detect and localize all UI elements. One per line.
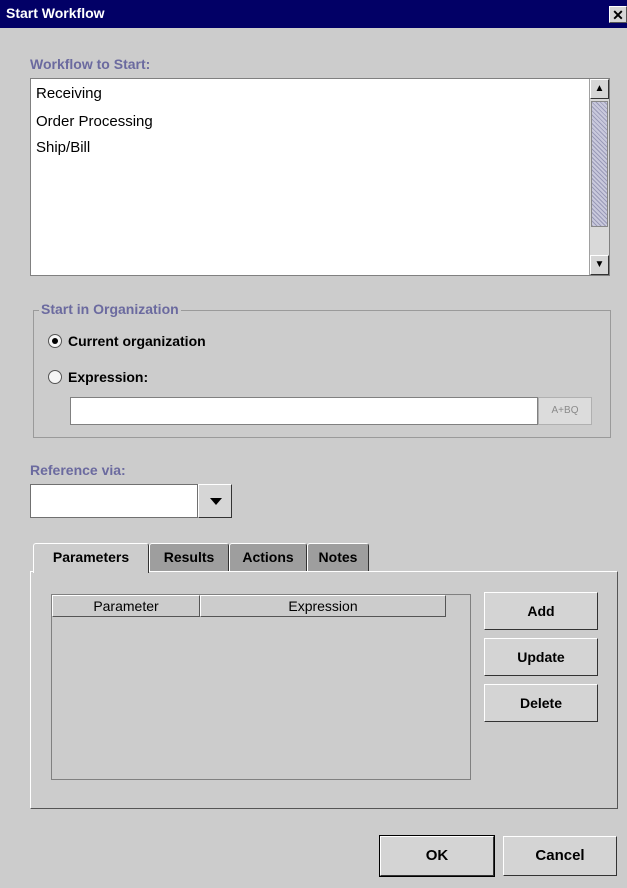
column-header-expression[interactable]: Expression bbox=[200, 595, 446, 617]
organization-legend: Start in Organization bbox=[39, 301, 181, 317]
list-item[interactable]: Order Processing bbox=[36, 113, 153, 130]
tab-actions[interactable]: Actions bbox=[229, 543, 307, 571]
scroll-down-icon[interactable]: ▼ bbox=[590, 255, 609, 275]
tab-parameters[interactable]: Parameters bbox=[33, 543, 149, 573]
chevron-down-icon[interactable] bbox=[198, 484, 232, 518]
add-button[interactable]: Add bbox=[484, 592, 598, 630]
expression-option-label: Expression: bbox=[68, 369, 149, 385]
current-organization-option[interactable]: Current organization bbox=[48, 333, 206, 349]
radio-unselected-icon[interactable] bbox=[48, 370, 62, 384]
cancel-button[interactable]: Cancel bbox=[503, 836, 617, 876]
scroll-up-icon[interactable]: ▲ bbox=[590, 79, 609, 99]
current-organization-label: Current organization bbox=[68, 333, 206, 349]
reference-label: Reference via: bbox=[30, 462, 126, 478]
radio-selected-icon[interactable] bbox=[48, 334, 62, 348]
parameters-table[interactable]: Parameter Expression bbox=[51, 594, 471, 780]
close-icon[interactable]: ✕ bbox=[609, 6, 627, 23]
workflow-list[interactable]: Receiving Order Processing Ship/Bill ▲ ▼ bbox=[30, 78, 610, 276]
reference-dropdown[interactable] bbox=[30, 484, 232, 518]
expression-input[interactable] bbox=[70, 397, 538, 425]
update-button[interactable]: Update bbox=[484, 638, 598, 676]
delete-button[interactable]: Delete bbox=[484, 684, 598, 722]
expression-builder-button: A+BQ bbox=[538, 397, 592, 425]
workflow-label: Workflow to Start: bbox=[30, 56, 151, 72]
parameters-panel: Parameter Expression Add Update Delete bbox=[30, 571, 618, 809]
title-bar: Start Workflow ✕ bbox=[0, 0, 627, 28]
organization-group: Start in Organization Current organizati… bbox=[33, 301, 611, 438]
tab-notes[interactable]: Notes bbox=[307, 543, 369, 571]
reference-dropdown-value[interactable] bbox=[30, 484, 198, 518]
tab-results[interactable]: Results bbox=[149, 543, 229, 571]
ok-button[interactable]: OK bbox=[379, 835, 495, 877]
scroll-thumb[interactable] bbox=[591, 101, 608, 227]
window-title: Start Workflow bbox=[6, 5, 105, 21]
list-item[interactable]: Receiving bbox=[36, 85, 102, 102]
expression-option[interactable]: Expression: bbox=[48, 369, 148, 385]
column-header-parameter[interactable]: Parameter bbox=[52, 595, 200, 617]
list-item[interactable]: Ship/Bill bbox=[36, 139, 90, 156]
workflow-scrollbar[interactable]: ▲ ▼ bbox=[589, 79, 609, 275]
